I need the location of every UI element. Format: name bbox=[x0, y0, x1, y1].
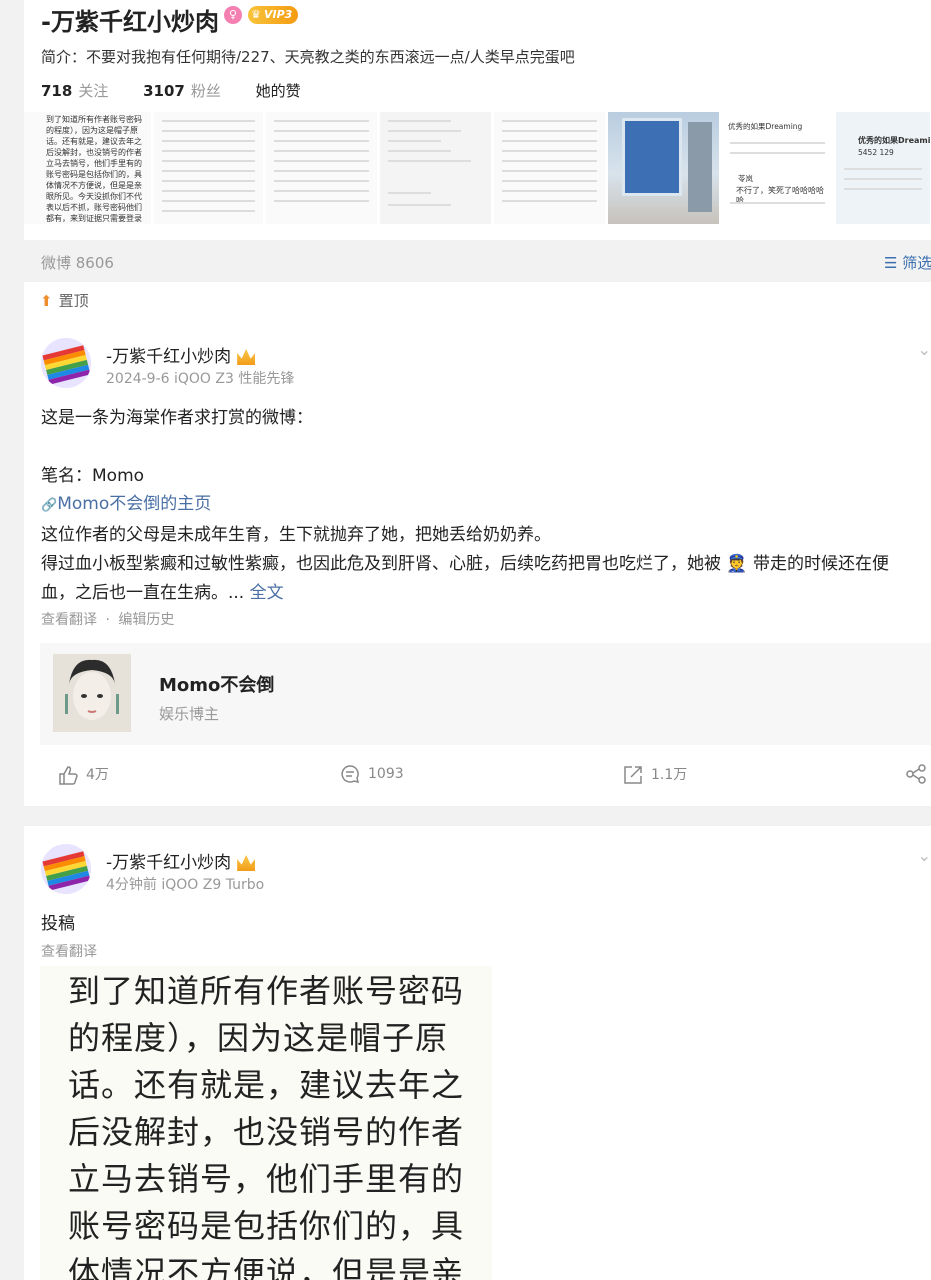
post-meta: 2024-9-6 iQOO Z3 性能先锋 bbox=[106, 371, 295, 387]
following-count[interactable]: 718 bbox=[41, 82, 72, 100]
filter-icon: ☰ bbox=[884, 254, 903, 272]
post-author[interactable]: -万紫千红小炒肉 bbox=[106, 342, 256, 367]
fans-count[interactable]: 3107 bbox=[143, 82, 185, 100]
post-image-line: 到了知道所有作者账号密码 bbox=[68, 972, 465, 1010]
post-text-line: 笔名：Momo bbox=[41, 466, 145, 486]
vip-badge[interactable]: VIP3 bbox=[248, 6, 299, 24]
post-text-line-last: 血，之后也一直在生病。... 全文 bbox=[41, 579, 284, 608]
link-text: Momo不会倒的主页 bbox=[57, 494, 212, 514]
translate-link[interactable]: 查看翻译 bbox=[41, 938, 97, 967]
post-author[interactable]: -万紫千红小炒肉 bbox=[106, 848, 256, 873]
avatar[interactable] bbox=[41, 338, 91, 388]
like-count: 4万 bbox=[86, 767, 109, 783]
profile-stats: 718 关注 3107 粉丝 她的赞 bbox=[41, 80, 301, 101]
album-thumb-text: 到了知道所有作者账号密码的程度），因为这是帽子原话。还有就是，建议去年之后没解封… bbox=[46, 115, 142, 223]
post-text-line: 得过血小板型紫癜和过敏性紫癜，也因此危及到肝肾、心脏，后续吃药把胃也吃烂了，她被… bbox=[41, 554, 889, 574]
gender-badge-icon: ♀ bbox=[224, 6, 242, 24]
chevron-down-icon[interactable]: ⌄ bbox=[918, 846, 931, 865]
following-label[interactable]: 关注 bbox=[78, 82, 108, 100]
full-text-link[interactable]: 全文 bbox=[250, 583, 284, 603]
share-icon bbox=[906, 764, 926, 784]
post-tools: 查看翻译 · 编辑历史 bbox=[41, 606, 174, 635]
album-thumb-preview-name: 苓岚 bbox=[738, 174, 753, 183]
post-actions: 4万 1093 1.1万 bbox=[24, 760, 931, 792]
album-strip: 到了知道所有作者账号密码的程度），因为这是帽子原话。还有就是，建议去年之后没解封… bbox=[24, 112, 931, 224]
translate-link[interactable]: 查看翻译 bbox=[41, 612, 97, 628]
share-button[interactable] bbox=[906, 764, 931, 784]
post-text: 血，之后也一直在生病。... bbox=[41, 583, 245, 603]
author-homepage-link[interactable]: 🔗Momo不会倒的主页 bbox=[41, 490, 211, 520]
cited-user-avatar bbox=[53, 654, 131, 732]
post-image-line: 账号密码是包括你们的，具 bbox=[68, 1207, 465, 1245]
post-image-text: 到了知道所有作者账号密码 的程度），因为这是帽子原 话。还有就是，建议去年之 后… bbox=[68, 968, 464, 1280]
filter-button[interactable]: ☰ 筛选 bbox=[884, 252, 931, 273]
thumbs-up-icon bbox=[59, 766, 78, 785]
post-image-line: 话。还有就是，建议去年之 bbox=[68, 1066, 465, 1104]
repost-count: 1.1万 bbox=[651, 767, 688, 783]
album-thumb[interactable]: 优秀的如果Dreaming 5452 129 bbox=[836, 112, 931, 224]
comment-icon bbox=[341, 765, 360, 784]
rainbow-flag-icon bbox=[41, 338, 91, 388]
rainbow-flag-icon bbox=[41, 844, 91, 894]
post-image-line: 后没解封，也没销号的作者 bbox=[68, 1113, 465, 1151]
portrait-icon bbox=[53, 654, 131, 732]
cited-user-card[interactable]: Momo不会倒 娱乐博主 bbox=[40, 643, 931, 745]
link-icon: 🔗 bbox=[41, 498, 58, 513]
post-meta: 4分钟前 iQOO Z9 Turbo bbox=[106, 877, 265, 893]
post-image[interactable]: 到了知道所有作者账号密码 的程度），因为这是帽子原 话。还有就是，建议去年之 后… bbox=[40, 966, 492, 1280]
likes-label[interactable]: 她的赞 bbox=[256, 82, 301, 100]
weibo-count: 微博 8606 bbox=[41, 254, 114, 272]
comment-count: 1093 bbox=[368, 766, 404, 782]
author-name: -万紫千红小炒肉 bbox=[106, 853, 232, 873]
album-thumb[interactable] bbox=[266, 112, 378, 224]
album-thumb[interactable] bbox=[380, 112, 492, 224]
repost-icon bbox=[624, 766, 642, 784]
album-thumb[interactable]: 优秀的如果Dreaming 苓岚 不行了，笑死了哈哈哈哈哈 bbox=[722, 112, 834, 224]
post-text-line: 这位作者的父母是未成年生育，生下就抛弃了她，把她丢给奶奶养。 bbox=[41, 525, 551, 545]
post-card: -万紫千红小炒肉 4分钟前 iQOO Z9 Turbo ⌄ 投稿 查看翻译 到了… bbox=[24, 826, 931, 1280]
chevron-down-icon[interactable]: ⌄ bbox=[918, 340, 931, 359]
album-thumb-last-title: 优秀的如果Dreaming bbox=[858, 136, 931, 145]
post-text-line: 投稿 bbox=[41, 914, 75, 934]
profile-card: -万紫千红小炒肉 ♀ VIP3 简介：不要对我抱有任何期待/227、天亮教之类的… bbox=[24, 0, 931, 240]
post-card: ⬆ 置顶 -万紫千红小炒肉 2024-9-6 iQOO Z3 性能先锋 ⌄ 这是一… bbox=[24, 282, 931, 806]
poster-shape bbox=[622, 118, 682, 196]
separator-dot: · bbox=[105, 612, 110, 628]
cited-user-category: 娱乐博主 bbox=[159, 705, 220, 723]
album-thumb-preview-title: 优秀的如果Dreaming bbox=[728, 122, 803, 131]
author-name: -万紫千红小炒肉 bbox=[106, 347, 232, 367]
like-button[interactable]: 4万 bbox=[58, 764, 109, 785]
album-thumb[interactable]: 到了知道所有作者账号密码的程度），因为这是帽子原话。还有就是，建议去年之后没解封… bbox=[24, 112, 152, 224]
post-image-line: 的程度），因为这是帽子原 bbox=[68, 1019, 449, 1057]
repost-button[interactable]: 1.1万 bbox=[623, 764, 687, 785]
profile-intro: 简介：不要对我抱有任何期待/227、天亮教之类的东西滚远一点/人类早点完蛋吧 bbox=[41, 48, 575, 66]
post-image-line: 立马去销号，他们手里有的 bbox=[68, 1160, 465, 1198]
edit-history-link[interactable]: 编辑历史 bbox=[118, 612, 174, 628]
cited-user-name: Momo不会倒 bbox=[159, 675, 275, 696]
post-image-line: 体情况不方便说，但是是亲 bbox=[68, 1254, 465, 1280]
crown-icon bbox=[237, 349, 256, 365]
album-thumb-last-stats: 5452 129 bbox=[858, 148, 894, 157]
wall-shape bbox=[688, 122, 712, 212]
post-text-line: 这是一条为海棠作者求打赏的微博： bbox=[41, 408, 313, 428]
fans-label[interactable]: 粉丝 bbox=[191, 82, 221, 100]
pinned-label: 置顶 bbox=[58, 292, 89, 310]
filter-label: 筛选 bbox=[902, 254, 931, 272]
album-thumb[interactable] bbox=[154, 112, 264, 224]
album-thumb[interactable] bbox=[494, 112, 606, 224]
pinned-marker: ⬆ 置顶 bbox=[40, 290, 89, 311]
comment-button[interactable]: 1093 bbox=[340, 764, 404, 784]
pin-arrow-icon: ⬆ bbox=[40, 292, 53, 310]
profile-name[interactable]: -万紫千红小炒肉 bbox=[41, 2, 219, 37]
avatar[interactable] bbox=[41, 844, 91, 894]
crown-icon bbox=[237, 855, 256, 871]
album-thumb-photo[interactable] bbox=[608, 112, 720, 224]
